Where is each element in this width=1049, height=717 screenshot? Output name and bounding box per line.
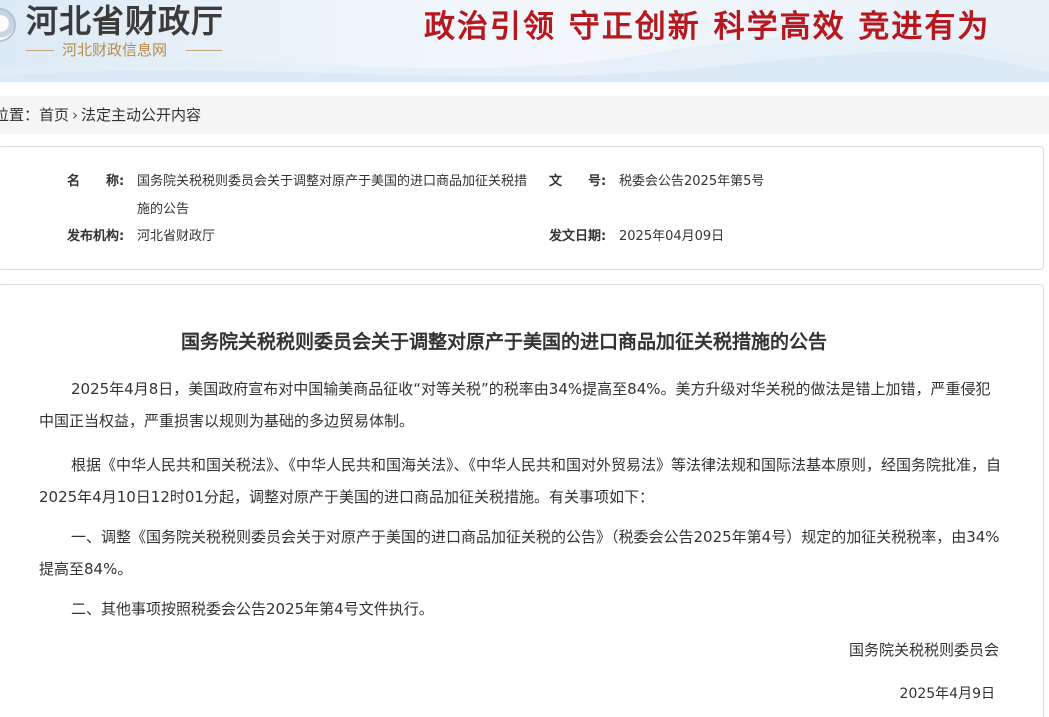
article-paragraph: 根据《中华人民共和国关税法》、《中华人民共和国海关法》、《中华人民共和国对外贸易… xyxy=(39,456,1002,506)
subtitle-line-right xyxy=(186,50,222,51)
info-issuer-value: 河北省财政厅 xyxy=(137,229,216,244)
site-subtitle-block: 河北财政信息网 xyxy=(26,40,222,60)
document-info-box: 名 称: 国务院关税税则委员会关于调整对原产于美国的进口商品加征关税措施的公告 … xyxy=(0,146,1044,270)
info-date-value: 2025年04月09日 xyxy=(619,229,725,244)
article-signer: 国务院关税税则委员会 xyxy=(848,641,999,659)
article-sign-date: 2025年4月9日 xyxy=(899,686,995,702)
site-header: 河北省财政厅 河北财政信息网 政治引领 守正创新 科学高效 竞进有为 xyxy=(0,0,1049,82)
page: 河北省财政厅 河北财政信息网 政治引领 守正创新 科学高效 竞进有为 位置：首页… xyxy=(0,0,1049,717)
subtitle-line-left xyxy=(26,50,54,51)
article-paragraph: 2025年4月8日，美国政府宣布对中国输美商品征收“对等关税”的税率由34%提高… xyxy=(39,380,991,430)
breadcrumb-home-link[interactable]: 首页 xyxy=(39,106,69,124)
breadcrumb: 位置：首页 › 法定主动公开内容 xyxy=(0,96,1049,134)
info-issuer-label: 发布机构: xyxy=(67,229,125,244)
breadcrumb-prefix: 位置： xyxy=(0,106,40,124)
info-doc-no-value: 税委会公告2025年第5号 xyxy=(619,174,765,189)
article-paragraph: 二、其他事项按照税委会公告2025年第4号文件执行。 xyxy=(71,600,434,618)
breadcrumb-separator: › xyxy=(72,106,79,124)
site-name[interactable]: 河北省财政厅 xyxy=(26,2,224,40)
site-subtitle: 河北财政信息网 xyxy=(62,41,168,59)
breadcrumb-current-link[interactable]: 法定主动公开内容 xyxy=(81,106,201,124)
article-body: 国务院关税税则委员会关于调整对原产于美国的进口商品加征关税措施的公告 2025年… xyxy=(0,284,1044,717)
info-date-label: 发文日期: xyxy=(549,229,607,244)
info-name-label: 名 称: xyxy=(67,174,125,189)
article-title: 国务院关税税则委员会关于调整对原产于美国的进口商品加征关税措施的公告 xyxy=(180,331,827,353)
article-paragraph: 一、调整《国务院关税税则委员会关于对原产于美国的进口商品加征关税的公告》（税委会… xyxy=(39,528,1000,578)
breadcrumb-inner: 位置：首页 › 法定主动公开内容 xyxy=(0,105,201,125)
info-doc-no-label: 文 号: xyxy=(549,174,607,189)
header-slogan: 政治引领 守正创新 科学高效 竞进有为 xyxy=(424,9,991,45)
info-name-value: 国务院关税税则委员会关于调整对原产于美国的进口商品加征关税措施的公告 xyxy=(137,174,528,217)
